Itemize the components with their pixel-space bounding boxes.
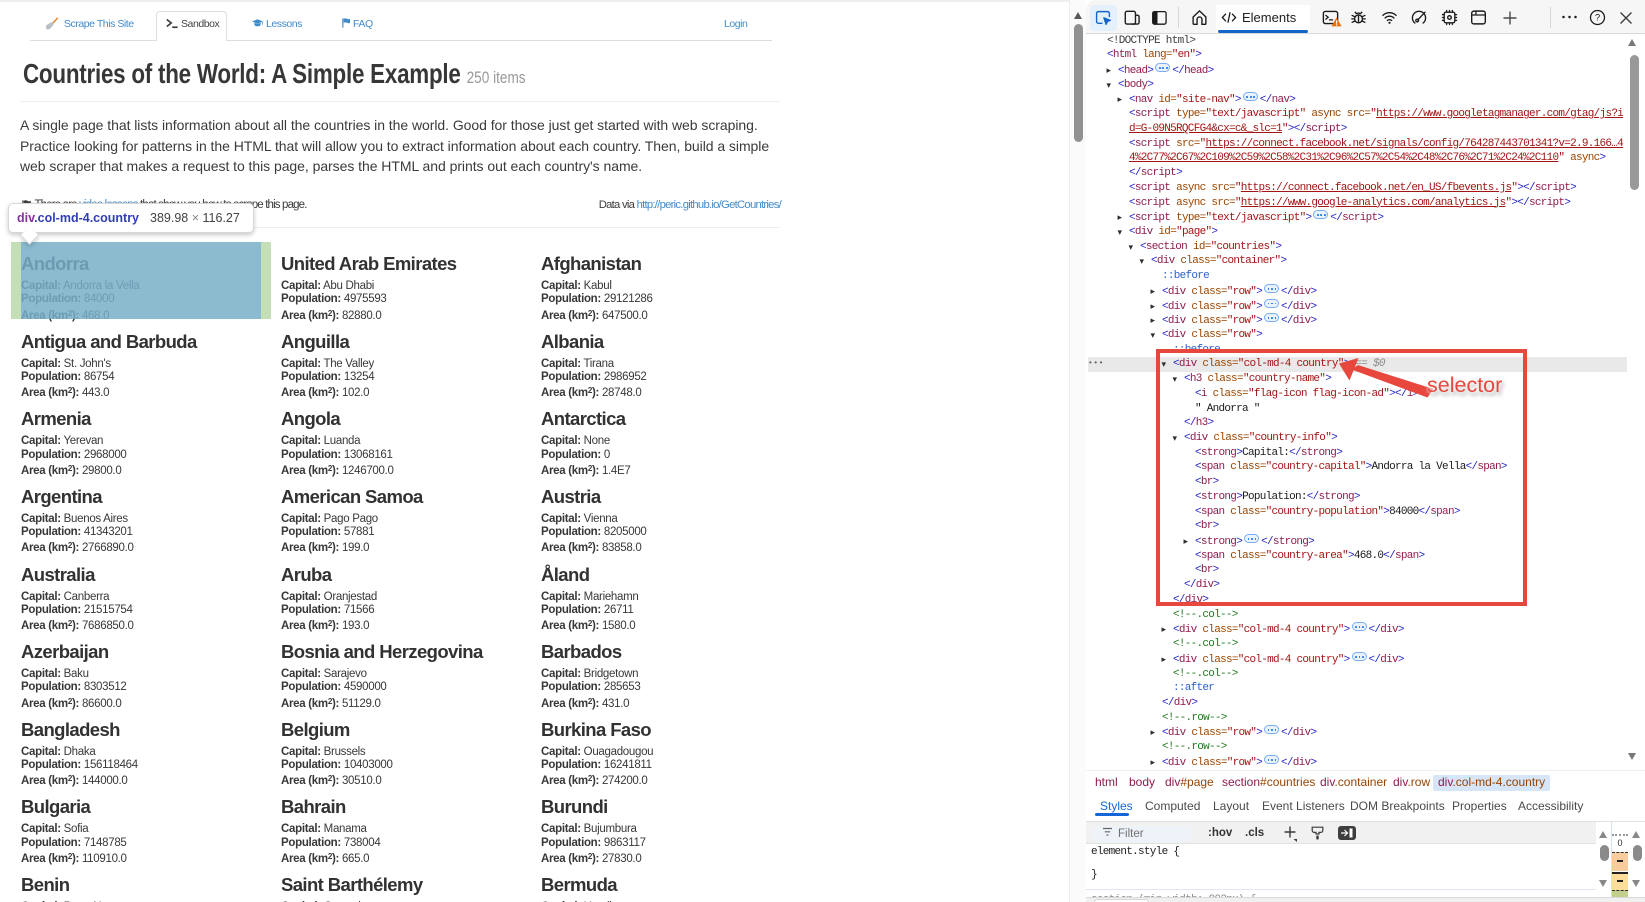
svg-text:?: ? [1595,13,1600,24]
